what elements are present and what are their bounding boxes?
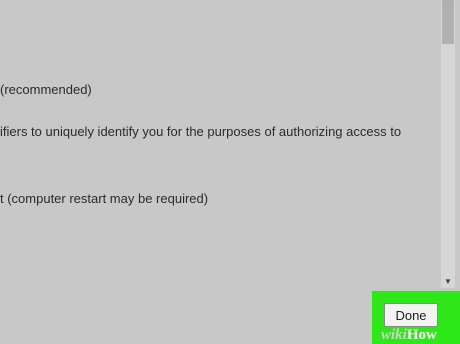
setting-option-recommended: (recommended) — [0, 82, 92, 97]
vertical-scrollbar[interactable]: ▼ — [441, 0, 455, 288]
setting-option-restart: t (computer restart may be required) — [0, 191, 209, 206]
watermark-how: How — [406, 327, 437, 343]
wikihow-watermark: wikiHow — [381, 326, 437, 344]
watermark-wiki: wiki — [381, 327, 407, 343]
setting-option-identifiers: ifiers to uniquely identify you for the … — [0, 124, 402, 139]
scrollbar-thumb[interactable] — [442, 0, 454, 44]
done-button[interactable]: Done — [384, 303, 438, 327]
scroll-down-arrow-icon[interactable]: ▼ — [441, 274, 455, 288]
